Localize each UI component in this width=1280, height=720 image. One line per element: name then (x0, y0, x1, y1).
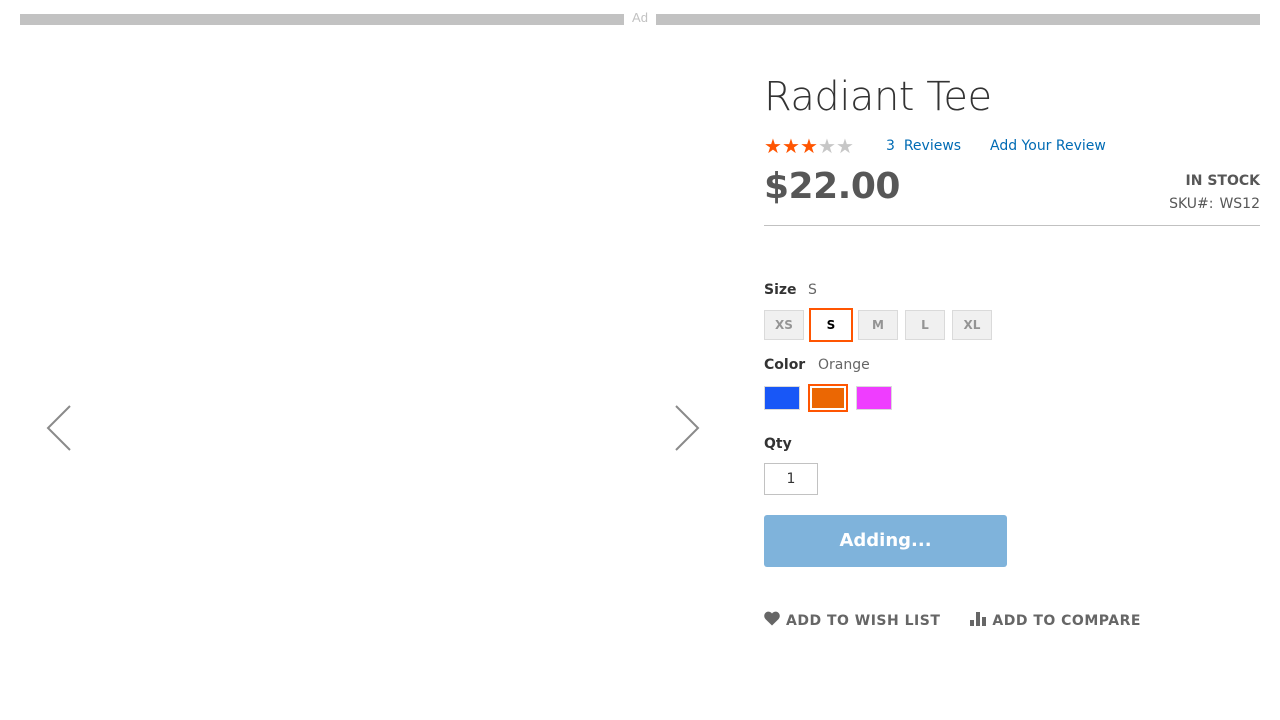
size-option-m[interactable]: M (858, 310, 898, 340)
stock-status: In stock (1185, 173, 1260, 189)
star-empty-icon: ★ (836, 134, 854, 158)
chevron-right-icon (675, 405, 700, 451)
ad-label: Ad (632, 10, 648, 25)
product-sku: SKU#: WS12 (1169, 196, 1260, 212)
rating-stars: ★ ★ ★ ★ ★ (764, 134, 854, 158)
add-to-compare-link[interactable]: Add to Compare (970, 611, 1141, 630)
qty-input[interactable] (764, 463, 818, 495)
color-option-orange[interactable] (808, 384, 848, 412)
size-selected-value: S (808, 282, 817, 298)
color-label: Color (764, 357, 806, 373)
sku-label: SKU#: (1169, 196, 1214, 212)
divider (764, 225, 1260, 226)
product-title: Radiant Tee (764, 74, 992, 120)
add-review-link[interactable]: Add Your Review (990, 138, 1106, 154)
product-gallery (20, 56, 720, 676)
size-option-s[interactable]: S (809, 308, 853, 342)
size-options: XS S M L XL (764, 308, 999, 342)
ad-banner: Ad (20, 10, 1260, 25)
star-filled-icon: ★ (782, 134, 800, 158)
gallery-next-button[interactable] (666, 402, 706, 458)
compare-icon (970, 611, 987, 630)
chevron-left-icon (46, 405, 71, 451)
reviews-summary: ★ ★ ★ ★ ★ 3 Reviews Add Your Review (764, 134, 1260, 158)
product-price: $22.00 (764, 166, 900, 207)
qty-label: Qty (764, 436, 792, 452)
ad-bar-right (656, 14, 1260, 25)
add-to-cart-button[interactable]: Adding... (764, 515, 1007, 567)
reviews-label: Reviews (903, 138, 962, 154)
star-empty-icon: ★ (818, 134, 836, 158)
size-option-l[interactable]: L (905, 310, 945, 340)
size-label: Size (764, 282, 797, 298)
star-filled-icon: ★ (800, 134, 818, 158)
add-to-wishlist-link[interactable]: Add to Wish List (764, 611, 940, 630)
size-option-xs[interactable]: XS (764, 310, 804, 340)
product-info: Radiant Tee ★ ★ ★ ★ ★ 3 Reviews Add Your Rev… (764, 70, 1260, 629)
color-option-purple[interactable] (856, 386, 892, 410)
color-options (764, 384, 902, 412)
reviews-count: 3 (886, 138, 895, 154)
ad-bar-left (20, 14, 624, 25)
star-filled-icon: ★ (764, 134, 782, 158)
compare-label: Add to Compare (992, 612, 1141, 629)
sku-value: WS12 (1219, 196, 1260, 212)
size-option-xl[interactable]: XL (952, 310, 992, 340)
reviews-link[interactable]: 3 Reviews (886, 138, 961, 154)
product-actions: Add to Wish List Add to Compare (764, 611, 1171, 630)
heart-icon (764, 611, 780, 630)
color-selected-value: Orange (818, 357, 870, 373)
color-option-blue[interactable] (764, 386, 800, 410)
wishlist-label: Add to Wish List (786, 612, 941, 629)
gallery-prev-button[interactable] (40, 402, 80, 458)
